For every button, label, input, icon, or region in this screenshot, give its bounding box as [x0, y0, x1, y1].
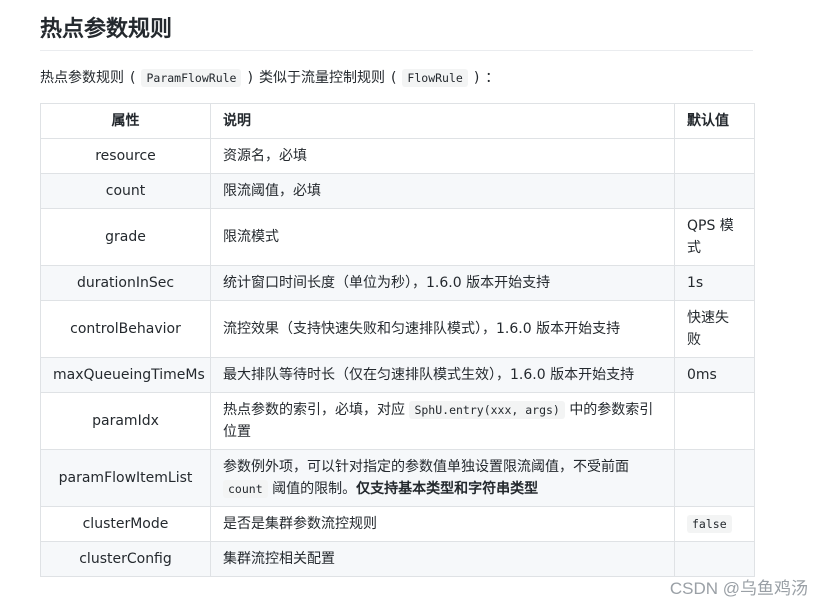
inline-code: SphU.entry(xxx, args)	[409, 401, 565, 419]
cell-attribute: paramIdx	[40, 392, 211, 450]
cell-attribute: durationInSec	[40, 265, 211, 301]
inline-code: false	[687, 515, 732, 533]
table-row: count 限流阈值，必填	[40, 173, 755, 209]
intro-suffix: ：	[485, 70, 500, 86]
cell-description: 限流模式	[210, 208, 675, 266]
header-attribute: 属性	[40, 103, 211, 139]
table-row: grade 限流模式 QPS 模式	[40, 208, 755, 266]
cell-attribute: paramFlowItemList	[40, 449, 211, 507]
page-title: 热点参数规则	[40, 14, 753, 51]
cell-attribute: clusterMode	[40, 506, 211, 542]
cell-description: 流控效果（支持快速失败和匀速排队模式），1.6.0 版本开始支持	[210, 300, 675, 358]
table-header-row: 属性 说明 默认值	[40, 103, 755, 139]
header-default: 默认值	[674, 103, 755, 139]
cell-description: 热点参数的索引，必填，对应 SphU.entry(xxx, args) 中的参数…	[210, 392, 675, 450]
cell-description: 最大排队等待时长（仅在匀速排队模式生效），1.6.0 版本开始支持	[210, 357, 675, 393]
cell-attribute: count	[40, 173, 211, 209]
cell-default	[674, 392, 755, 450]
cell-default: QPS 模式	[674, 208, 755, 266]
cell-attribute: grade	[40, 208, 211, 266]
table-row: durationInSec 统计窗口时间长度（单位为秒），1.6.0 版本开始支…	[40, 265, 755, 301]
cell-description: 统计窗口时间长度（单位为秒），1.6.0 版本开始支持	[210, 265, 675, 301]
cell-attribute: resource	[40, 138, 211, 174]
table-row: clusterMode 是否是集群参数流控规则 false	[40, 506, 755, 542]
cell-attribute: clusterConfig	[40, 541, 211, 577]
inline-code: count	[223, 480, 268, 498]
table-row: clusterConfig 集群流控相关配置	[40, 541, 755, 577]
cell-default: 快速失败	[674, 300, 755, 358]
bold-note: 仅支持基本类型和字符串类型	[356, 481, 539, 497]
table-row: maxQueueingTimeMs 最大排队等待时长（仅在匀速排队模式生效），1…	[40, 357, 755, 393]
cell-default	[674, 173, 755, 209]
cell-description: 集群流控相关配置	[210, 541, 675, 577]
intro-paragraph: 热点参数规则(ParamFlowRule) 类似于流量控制规则(FlowRule)…	[40, 69, 500, 87]
cell-description: 是否是集群参数流控规则	[210, 506, 675, 542]
table-row: controlBehavior 流控效果（支持快速失败和匀速排队模式），1.6.…	[40, 300, 755, 358]
cell-description: 参数例外项，可以针对指定的参数值单独设置限流阈值，不受前面 count 阈值的限…	[210, 449, 675, 507]
cell-attribute: controlBehavior	[40, 300, 211, 358]
cell-description: 限流阈值，必填	[210, 173, 675, 209]
table-row: paramFlowItemList 参数例外项，可以针对指定的参数值单独设置限流…	[40, 449, 755, 507]
cell-default	[674, 449, 755, 507]
cell-attribute: maxQueueingTimeMs	[40, 357, 211, 393]
cell-default	[674, 138, 755, 174]
table-row: paramIdx 热点参数的索引，必填，对应 SphU.entry(xxx, a…	[40, 392, 755, 450]
intro-prefix: 热点参数规则	[40, 70, 124, 86]
intro-code-paramflowrule: ParamFlowRule	[141, 69, 242, 87]
table-row: resource 资源名，必填	[40, 138, 755, 174]
param-rules-table: 属性 说明 默认值 resource 资源名，必填 count 限流阈值，必填 …	[40, 103, 755, 577]
header-description: 说明	[210, 103, 675, 139]
cell-default	[674, 541, 755, 577]
cell-default: false	[674, 506, 755, 542]
cell-description: 资源名，必填	[210, 138, 675, 174]
intro-code-flowrule: FlowRule	[402, 69, 468, 87]
cell-default: 0ms	[674, 357, 755, 393]
csdn-watermark: CSDN @乌鱼鸡汤	[669, 579, 808, 598]
intro-middle: 类似于流量控制规则	[258, 70, 385, 86]
cell-default: 1s	[674, 265, 755, 301]
